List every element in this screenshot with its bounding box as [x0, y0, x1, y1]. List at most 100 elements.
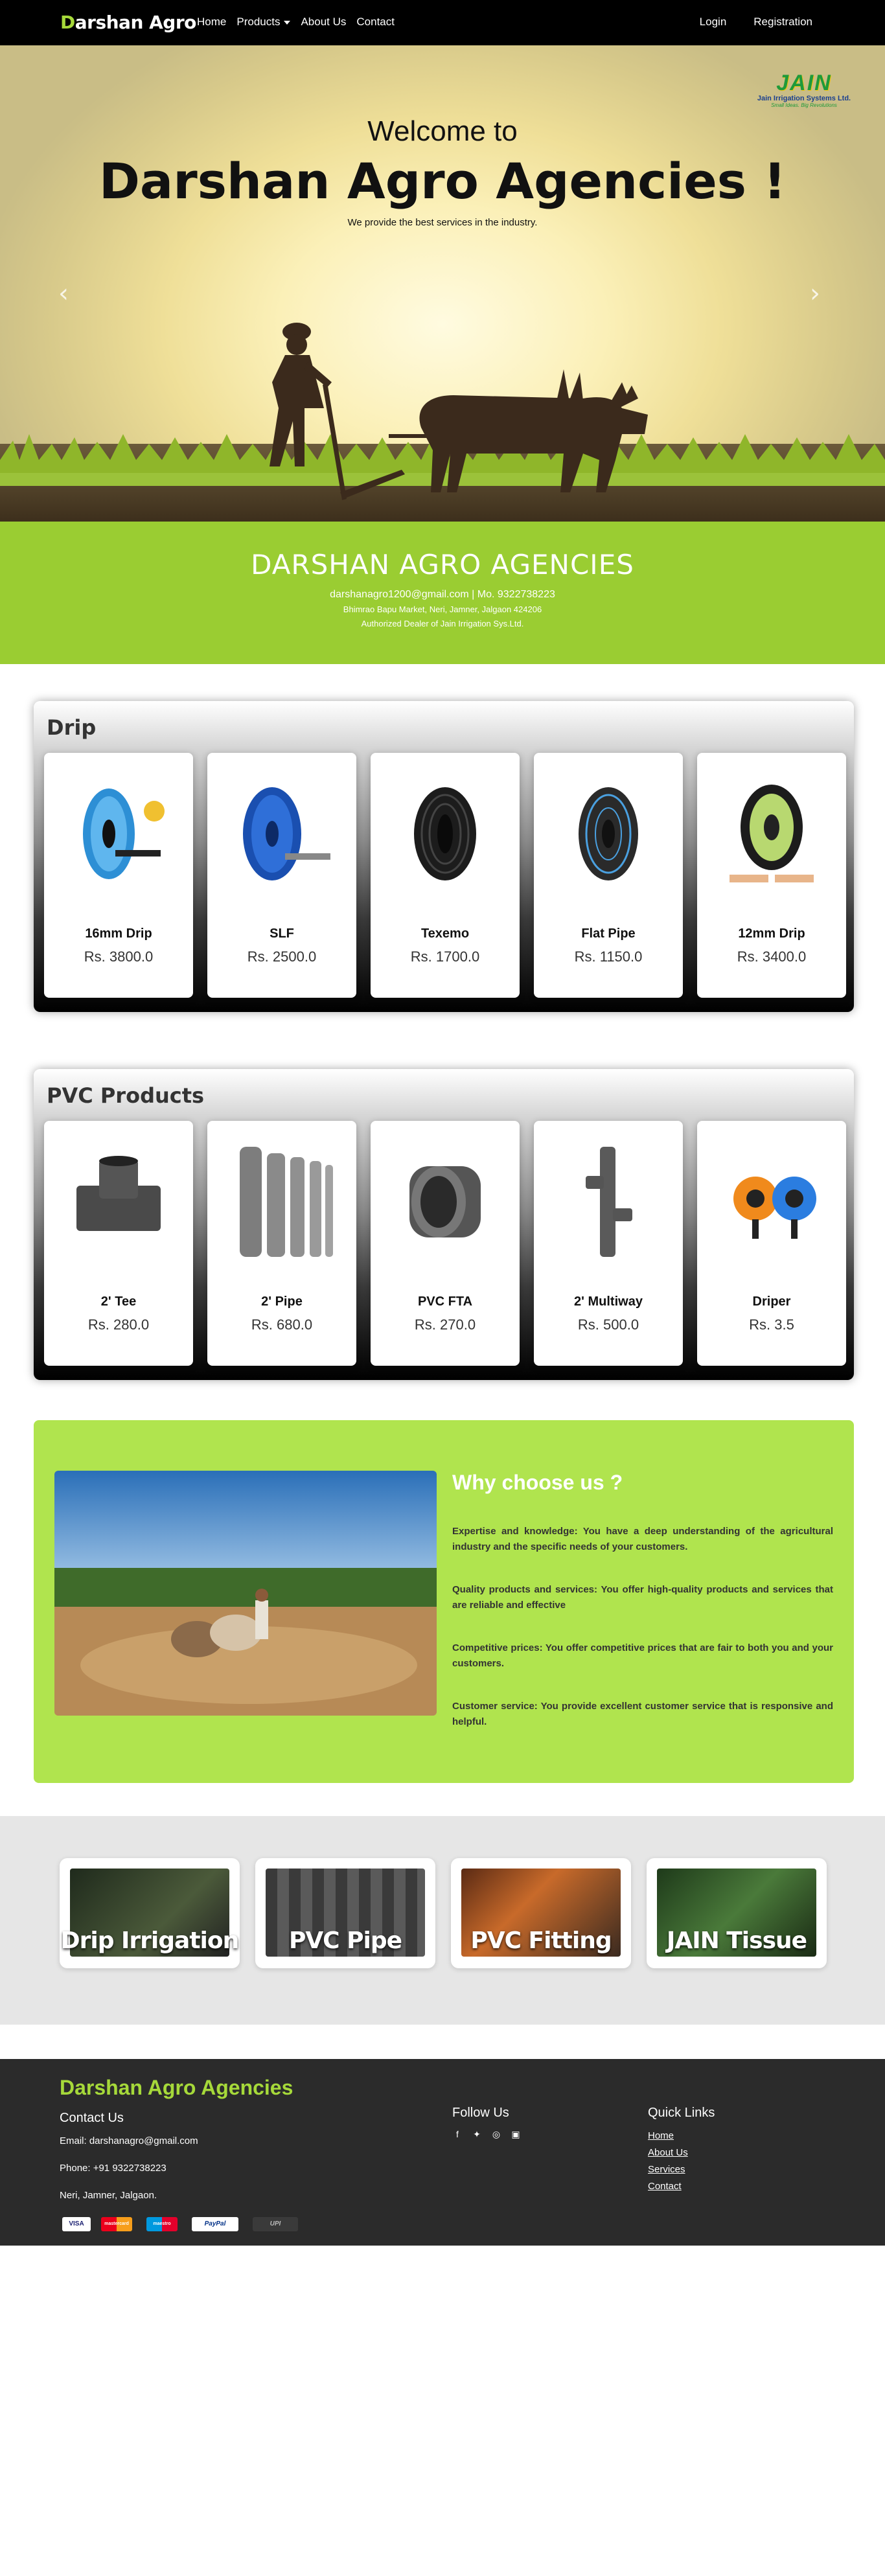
why-point-quality: Quality products and services: You offer… [452, 1584, 833, 1611]
product-price: Rs. 3.5 [749, 1317, 794, 1333]
nav-products-label: Products [236, 16, 281, 28]
jain-logo-company: Jain Irrigation Systems Ltd. [757, 95, 851, 102]
category-pvc-pipe[interactable]: PVC Pipe [255, 1858, 435, 1968]
instagram-icon[interactable]: ◎ [491, 2129, 501, 2139]
footer-brand: Darshan Agro Agencies [60, 2076, 293, 2099]
category-pvc-fitting[interactable]: PVC Fitting [451, 1858, 631, 1968]
company-contact: darshanagro1200@gmail.com | Mo. 93227382… [330, 589, 555, 600]
product-card[interactable]: PVC FTA Rs. 270.0 [371, 1121, 520, 1366]
category-drip-irrigation[interactable]: Drip Irrigation [60, 1858, 240, 1968]
twitter-icon[interactable]: ✦ [472, 2129, 482, 2139]
quick-link-home[interactable]: Home [648, 2130, 674, 2141]
section-title: Drip [47, 715, 97, 740]
brand-logo[interactable]: Darshan Agro [60, 12, 196, 33]
jain-logo-tagline: Small Ideas. Big Revolutions [771, 102, 837, 108]
nav-products-dropdown[interactable]: Products [236, 16, 291, 29]
paypal-icon: PayPal [192, 2217, 238, 2231]
nav-contact[interactable]: Contact [356, 16, 395, 29]
drip-section: Drip 16mm Drip Rs. 3800.0 SLF Rs. 2500.0 [34, 701, 854, 1012]
hero-subtitle: We provide the best services in the indu… [347, 217, 538, 228]
product-price: Rs. 270.0 [414, 1317, 476, 1333]
product-name: Flat Pipe [581, 926, 636, 941]
product-name: SLF [270, 926, 294, 941]
farmer-plowing-photo [54, 1471, 437, 1716]
quick-link-about[interactable]: About Us [648, 2147, 688, 2158]
product-price: Rs. 3800.0 [84, 949, 154, 965]
pvc-multiway-image [586, 1147, 632, 1257]
category-label: PVC Pipe [288, 1927, 402, 1954]
product-card[interactable]: Driper Rs. 3.5 [697, 1121, 846, 1366]
chevron-right-icon[interactable]: › [810, 279, 829, 308]
product-card[interactable]: Flat Pipe Rs. 1150.0 [534, 753, 683, 998]
product-card[interactable]: 2' Tee Rs. 280.0 [44, 1121, 193, 1366]
visa-icon: VISA [62, 2217, 91, 2231]
nav-auth: Login Registration [700, 16, 812, 29]
navbar: Darshan Agro Home Products About Us Cont… [0, 0, 885, 45]
login-link[interactable]: Login [700, 16, 727, 29]
brand-name: arshan Agro [75, 12, 197, 33]
driper-image [733, 1177, 816, 1239]
why-point-expertise: Expertise and knowledge: You have a deep… [452, 1526, 833, 1552]
product-card[interactable]: Texemo Rs. 1700.0 [371, 753, 520, 998]
product-name: 12mm Drip [738, 926, 805, 941]
pvc-pipe-image [240, 1147, 333, 1257]
product-name: 2' Tee [100, 1294, 137, 1309]
company-title: DARSHAN AGRO AGENCIES [251, 549, 634, 581]
quick-link-services[interactable]: Services [648, 2164, 685, 2175]
jain-logo-word: JAIN [776, 71, 832, 95]
product-card[interactable]: 2' Pipe Rs. 680.0 [207, 1121, 356, 1366]
section-title: PVC Products [47, 1083, 205, 1108]
slf-roll-image [243, 787, 330, 880]
product-price: Rs. 1150.0 [574, 949, 643, 965]
brand-first-letter: D [60, 12, 75, 33]
nav-links: Home Products About Us Contact [197, 16, 395, 29]
footer-address: Neri, Jamner, Jalgaon. [60, 2190, 157, 2201]
hero-welcome: Welcome to [367, 115, 518, 147]
product-price: Rs. 500.0 [577, 1317, 639, 1333]
product-name: 2' Multiway [574, 1294, 643, 1309]
product-name: PVC FTA [417, 1294, 473, 1309]
drip-roll-image [83, 788, 165, 879]
facebook-icon[interactable]: f [452, 2129, 463, 2139]
quick-link-contact[interactable]: Contact [648, 2181, 682, 2192]
product-price: Rs. 680.0 [251, 1317, 313, 1333]
product-card[interactable]: SLF Rs. 2500.0 [207, 753, 356, 998]
footer: Darshan Agro Agencies Contact Us Email: … [0, 2059, 885, 2246]
footer-contact-heading: Contact Us [60, 2111, 124, 2125]
product-card[interactable]: 16mm Drip Rs. 3800.0 [44, 753, 193, 998]
product-price: Rs. 2500.0 [247, 949, 317, 965]
product-price: Rs. 3400.0 [737, 949, 807, 965]
category-tiles-section: Drip Irrigation PVC Pipe PVC Fitting JAI… [0, 1816, 885, 2025]
texemo-coil-image [414, 787, 476, 880]
pvc-fta-image [409, 1166, 481, 1237]
product-price: Rs. 280.0 [87, 1317, 150, 1333]
mastercard-icon: mastercard [101, 2217, 132, 2231]
why-choose-us-section: Why choose us ? Expertise and knowledge:… [34, 1420, 854, 1783]
company-info-band: DARSHAN AGRO AGENCIES darshanagro1200@gm… [0, 522, 885, 664]
product-name: Texemo [420, 926, 470, 941]
product-card[interactable]: 12mm Drip Rs. 3400.0 [697, 753, 846, 998]
registration-link[interactable]: Registration [753, 16, 812, 29]
flat-pipe-image [579, 787, 638, 880]
maestro-icon: maestro [146, 2217, 178, 2231]
category-label: Drip Irrigation [60, 1927, 240, 1954]
jain-logo: JAIN Jain Irrigation Systems Ltd. Small … [755, 71, 853, 111]
category-jain-tissue[interactable]: JAIN Tissue [647, 1858, 827, 1968]
company-address: Bhimrao Bapu Market, Neri, Jamner, Jalga… [343, 604, 542, 614]
hero-title: Darshan Agro Agencies ! [98, 152, 787, 210]
upi-icon: UPI [253, 2217, 298, 2231]
category-label: PVC Fitting [470, 1927, 612, 1954]
category-label: JAIN Tissue [666, 1927, 807, 1954]
caret-down-icon [284, 20, 291, 25]
product-card[interactable]: 2' Multiway Rs. 500.0 [534, 1121, 683, 1366]
product-name: Driper [752, 1294, 791, 1309]
chevron-left-icon[interactable]: ‹ [58, 279, 78, 308]
social-links: f ✦ ◎ ▣ [452, 2129, 521, 2139]
nav-about[interactable]: About Us [301, 16, 346, 29]
nav-home[interactable]: Home [197, 16, 226, 29]
linkedin-icon[interactable]: ▣ [511, 2129, 521, 2139]
why-title: Why choose us ? [452, 1471, 623, 1494]
hero-carousel: Welcome to Darshan Agro Agencies ! We pr… [0, 45, 885, 522]
footer-quick-links-heading: Quick Links [648, 2106, 715, 2120]
pvc-section: PVC Products 2' Tee Rs. 280.0 2' Pipe Rs… [34, 1069, 854, 1380]
